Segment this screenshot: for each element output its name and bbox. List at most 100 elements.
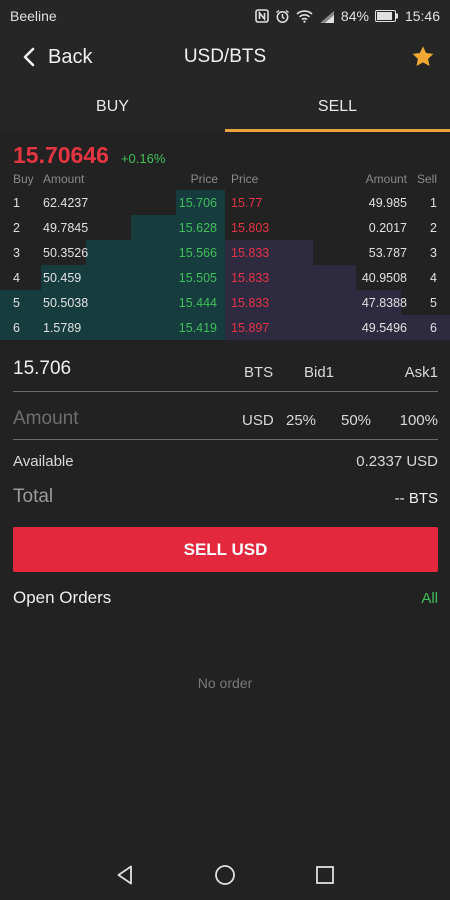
available-row: Available 0.2337 USD (13, 453, 438, 470)
header-price-bid: Price (190, 172, 218, 186)
nav-back-button[interactable] (113, 863, 137, 887)
header-amount-bid: Amount (43, 172, 85, 186)
ask-amount: 49.5496 (361, 321, 407, 335)
bid1-button[interactable]: Bid1 (304, 364, 334, 381)
bid-price[interactable]: 15.706 (179, 196, 217, 210)
order-book-row[interactable]: 2 49.7845 15.628 15.803 0.2017 2 (0, 215, 450, 240)
order-book-row[interactable]: 1 62.4237 15.706 15.77 49.985 1 (0, 190, 450, 215)
header-amount-ask: Amount (365, 172, 407, 186)
nav-recents-button[interactable] (313, 863, 337, 887)
alarm-icon (275, 9, 290, 24)
ask-index: 5 (430, 296, 437, 310)
order-book-row[interactable]: 3 50.3526 15.566 15.833 53.787 3 (0, 240, 450, 265)
ask-amount: 40.9508 (361, 271, 407, 285)
ask1-button[interactable]: Ask1 (405, 364, 438, 381)
bid-index: 5 (13, 296, 20, 310)
available-value: 0.2337 USD (356, 453, 438, 470)
order-book-header: Buy Amount Price Price Amount Sell (0, 172, 450, 190)
bid-price[interactable]: 15.419 (179, 321, 217, 335)
back-triangle-icon (117, 865, 132, 885)
ask-index: 2 (430, 221, 437, 235)
bid-amount: 50.459 (43, 271, 82, 285)
ask-index: 4 (430, 271, 437, 285)
ask-amount: 49.985 (368, 196, 407, 210)
ask-price[interactable]: 15.833 (231, 296, 269, 310)
header-price-ask: Price (231, 172, 259, 186)
bid-amount: 1.5789 (43, 321, 82, 335)
signal-icon (319, 10, 335, 23)
view-all-orders-link[interactable]: All (421, 590, 438, 607)
ask-amount: 53.787 (368, 246, 407, 260)
bid-amount: 50.3526 (43, 246, 89, 260)
bid-amount: 62.4237 (43, 196, 89, 210)
price-change: +0.16% (120, 151, 166, 166)
bid-index: 2 (13, 221, 20, 235)
ask-index: 3 (430, 246, 437, 260)
bid-index: 6 (13, 321, 20, 335)
price-input[interactable] (13, 358, 173, 380)
ask-price[interactable]: 15.833 (231, 271, 269, 285)
battery-percent: 84% (340, 8, 369, 24)
amount-50-percent-button[interactable]: 50% (341, 412, 371, 429)
ask-price[interactable]: 15.803 (231, 221, 269, 235)
tab-sell[interactable]: SELL (225, 82, 450, 132)
ask-price[interactable]: 15.897 (231, 321, 269, 335)
last-price: 15.70646 (13, 142, 109, 168)
sell-usd-button[interactable]: SELL USD (13, 527, 438, 572)
bid-price[interactable]: 15.505 (179, 271, 217, 285)
bid-amount: 50.5038 (43, 296, 89, 310)
empty-orders-message: No order (197, 675, 253, 691)
ask-index: 6 (430, 321, 437, 335)
price-unit-bts[interactable]: BTS (244, 364, 273, 381)
wifi-icon (296, 9, 313, 23)
ask-price[interactable]: 15.77 (231, 196, 262, 210)
header-sell: Sell (416, 172, 437, 186)
status-icons: 84% 15:46 (255, 8, 440, 24)
star-icon (412, 46, 434, 66)
bid-index: 1 (13, 196, 20, 210)
order-book-row[interactable]: 6 1.5789 15.419 15.897 49.5496 6 (0, 315, 450, 340)
order-book: 1 62.4237 15.706 15.77 49.985 1 2 49.784… (0, 190, 450, 340)
system-nav-bar (0, 850, 450, 900)
trade-tabs: BUY SELL (0, 82, 450, 132)
ask-amount: 47.8388 (361, 296, 407, 310)
back-button[interactable]: Back (22, 32, 92, 82)
total-row: Total -- BTS (13, 486, 438, 508)
amount-100-percent-button[interactable]: 100% (400, 412, 438, 429)
status-bar: Beeline 84% 15:46 (0, 0, 450, 32)
recents-square-icon (316, 866, 334, 884)
bid-index: 3 (13, 246, 20, 260)
nfc-icon (255, 9, 269, 23)
chevron-left-icon (23, 47, 35, 67)
ask-price[interactable]: 15.833 (231, 246, 269, 260)
total-label: Total (13, 486, 54, 507)
amount-25-percent-button[interactable]: 25% (286, 412, 316, 429)
amount-input[interactable] (13, 408, 213, 430)
ask-index: 1 (430, 196, 437, 210)
bid-price[interactable]: 15.628 (179, 221, 217, 235)
tab-buy[interactable]: BUY (0, 82, 225, 132)
order-book-row[interactable]: 4 50.459 15.505 15.833 40.9508 4 (0, 265, 450, 290)
ticker: 15.70646 +0.16% (13, 142, 165, 169)
amount-field-row: USD 25% 50% 100% (13, 400, 438, 440)
back-label: Back (48, 45, 93, 68)
favorite-button[interactable] (410, 44, 436, 70)
price-field-row: BTS Bid1 Ask1 (13, 352, 438, 392)
bid-price[interactable]: 15.444 (179, 296, 217, 310)
carrier-name: Beeline (10, 8, 57, 24)
ask-amount: 0.2017 (368, 221, 407, 235)
battery-icon (374, 10, 399, 22)
open-orders-title: Open Orders (13, 588, 112, 607)
bid-price[interactable]: 15.566 (179, 246, 217, 260)
amount-unit-usd[interactable]: USD (242, 412, 274, 429)
order-book-row[interactable]: 5 50.5038 15.444 15.833 47.8388 5 (0, 290, 450, 315)
open-orders-header: Open Orders All (13, 588, 438, 608)
header-buy: Buy (13, 172, 34, 186)
nav-home-button[interactable] (213, 863, 237, 887)
total-value: -- BTS (394, 490, 438, 507)
clock-time: 15:46 (404, 8, 440, 24)
bid-amount: 49.7845 (43, 221, 89, 235)
app-header: Back USD/BTS (0, 32, 450, 82)
available-label: Available (13, 453, 74, 470)
bid-index: 4 (13, 271, 20, 285)
